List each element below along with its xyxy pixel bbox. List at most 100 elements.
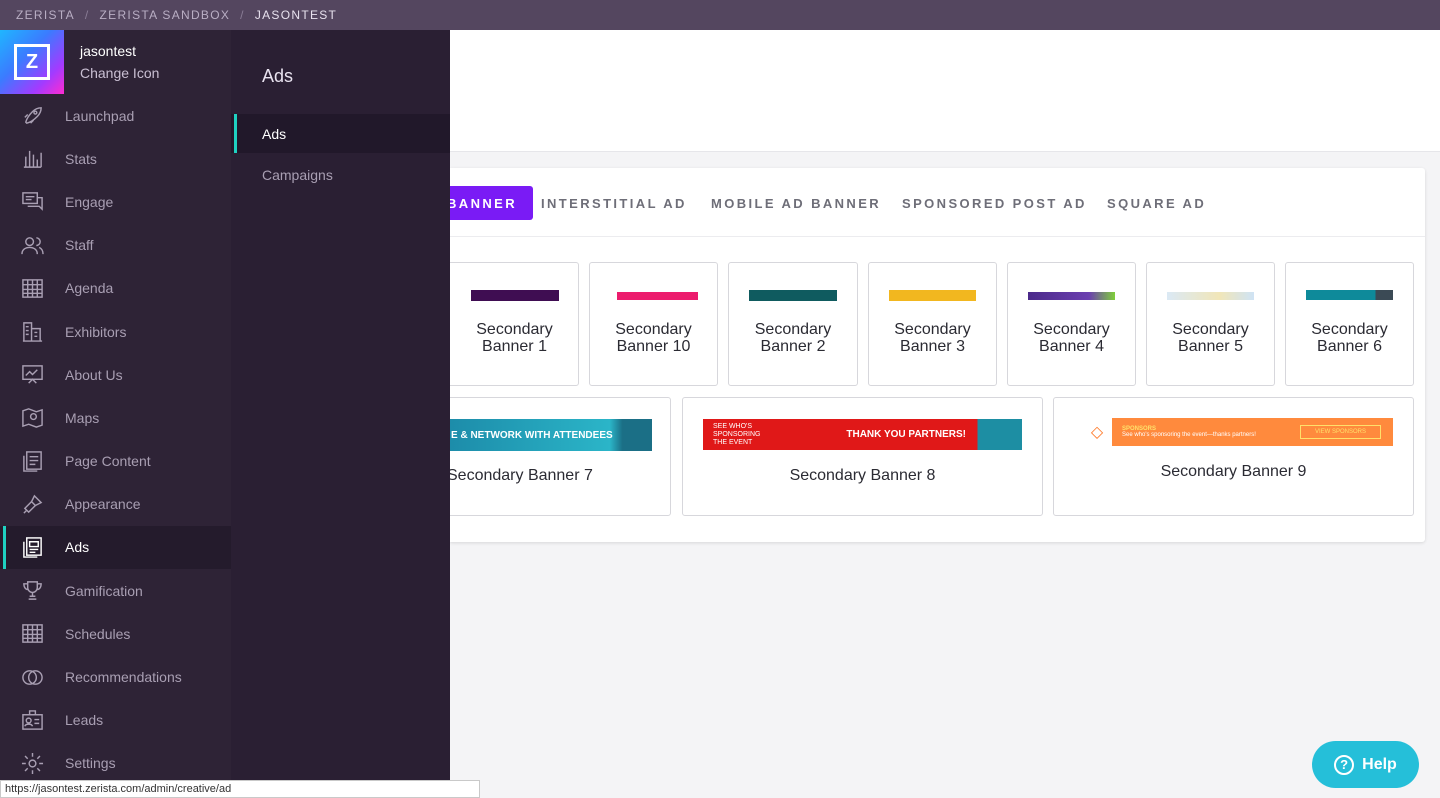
ad-tile-secondary-banner-6[interactable]: Secondary Banner 6 <box>1285 262 1414 386</box>
tab-sponsored-post-ad[interactable]: SPONSORED POST AD <box>902 186 1087 220</box>
ad-tile-secondary-banner-2[interactable]: Secondary Banner 2 <box>728 262 858 386</box>
breadcrumb: ZERISTA / ZERISTA SANDBOX / JASONTEST <box>0 0 1440 30</box>
banner-thumbnail <box>471 290 559 301</box>
paintbrush-icon <box>20 492 44 516</box>
banner-thumbnail <box>1028 292 1115 300</box>
ad-tile-label: Secondary Banner 4 <box>1033 321 1110 355</box>
presentation-icon <box>20 363 44 387</box>
banner-thumbnail <box>749 290 837 301</box>
breadcrumb-item-sandbox[interactable]: ZERISTA SANDBOX <box>100 8 231 22</box>
ad-tile-label: Secondary Banner 3 <box>894 321 971 355</box>
sidebar-item-schedules[interactable]: Schedules <box>0 612 231 655</box>
sidebar-item-stats[interactable]: Stats <box>0 137 231 180</box>
sidebar-item-appearance[interactable]: Appearance <box>0 483 231 526</box>
sidebar-item-label: Stats <box>65 150 97 167</box>
breadcrumb-item-event[interactable]: JASONTEST <box>255 8 337 22</box>
sidebar-item-label: About Us <box>65 366 123 383</box>
ad-tile-label: Secondary Banner 10 <box>615 321 692 355</box>
diamond-icon: ◇ <box>1090 424 1104 441</box>
sidebar-item-label: Staff <box>65 237 94 254</box>
sidebar-item-settings[interactable]: Settings <box>0 742 231 785</box>
sidebar-item-maps[interactable]: Maps <box>0 396 231 439</box>
schedule-grid-icon <box>20 622 44 646</box>
banner-text: See who's sponsoring the event—thanks pa… <box>1122 432 1256 438</box>
banner-thumbnail <box>1167 292 1254 300</box>
ad-types-card: BANNER INTERSTITIAL AD MOBILE AD BANNER … <box>450 168 1425 542</box>
banner-text-right: THANK YOU PARTNERS! <box>846 429 966 440</box>
sidebar-item-label: Exhibitors <box>65 323 127 340</box>
breadcrumb-separator: / <box>240 8 245 22</box>
sidebar-item-label: Appearance <box>65 496 141 513</box>
banner-thumbnail <box>889 290 976 301</box>
sidebar-item-launchpad[interactable]: Launchpad <box>0 94 231 137</box>
sidebar-item-recommendations[interactable]: Recommendations <box>0 655 231 698</box>
tab-banner[interactable]: BANNER <box>450 186 534 220</box>
brand-header: Z jasontest Change Icon <box>0 30 231 94</box>
ad-tile-label: Secondary Banner 8 <box>789 467 936 484</box>
banner-thumbnail: E & NETWORK WITH ATTENDEES <box>450 419 652 451</box>
ad-tile-label: Secondary Banner 7 <box>450 467 593 484</box>
ad-tile-label: Secondary Banner 1 <box>476 321 553 355</box>
sidebar-item-about-us[interactable]: About Us <box>0 353 231 396</box>
ad-tile-secondary-banner-3[interactable]: Secondary Banner 3 <box>868 262 997 386</box>
sidebar: Z jasontest Change Icon Launchpad Stats … <box>0 30 231 798</box>
event-logo[interactable]: Z <box>0 30 64 94</box>
ad-tile-label: Secondary Banner 2 <box>754 321 832 355</box>
ad-tile-label: Secondary Banner 9 <box>1160 463 1307 480</box>
banner-text-left: SEE WHO'S SPONSORING THE EVENT <box>713 422 761 446</box>
ad-tile-secondary-banner-4[interactable]: Secondary Banner 4 <box>1007 262 1136 386</box>
help-label: Help <box>1362 755 1397 773</box>
rings-icon <box>20 665 44 689</box>
banner-button: VIEW SPONSORS <box>1299 425 1381 439</box>
ads-document-icon <box>20 535 44 559</box>
map-icon <box>20 406 44 430</box>
question-icon: ? <box>1334 754 1355 775</box>
ad-tile-secondary-banner-9[interactable]: ◇ SPONSORS See who's sponsoring the even… <box>1053 397 1414 516</box>
banner-text: E & NETWORK WITH ATTENDEES <box>451 429 613 441</box>
main-header <box>450 30 1440 152</box>
sidebar-item-engage[interactable]: Engage <box>0 180 231 223</box>
badge-icon <box>20 708 44 732</box>
sidebar-item-label: Recommendations <box>65 669 182 686</box>
tab-mobile-ad-banner[interactable]: MOBILE AD BANNER <box>711 186 881 220</box>
ad-tile-secondary-banner-7[interactable]: E & NETWORK WITH ATTENDEES Secondary Ban… <box>450 397 671 516</box>
sidebar-item-staff[interactable]: Staff <box>0 224 231 267</box>
ad-tile-secondary-banner-5[interactable]: Secondary Banner 5 <box>1146 262 1275 386</box>
people-icon <box>20 233 44 257</box>
gear-icon <box>20 751 44 775</box>
main-content: BANNER INTERSTITIAL AD MOBILE AD BANNER … <box>450 30 1440 798</box>
help-button[interactable]: ? Help <box>1312 741 1419 788</box>
ad-type-tabs: BANNER INTERSTITIAL AD MOBILE AD BANNER … <box>450 168 1425 237</box>
sidebar-item-gamification[interactable]: Gamification <box>0 569 231 612</box>
ads-submenu-panel: Ads Ads Campaigns <box>231 30 450 798</box>
ad-tile-secondary-banner-10[interactable]: Secondary Banner 10 <box>589 262 718 386</box>
banner-thumbnail: SEE WHO'S SPONSORING THE EVENT THANK YOU… <box>703 419 1022 450</box>
pages-icon <box>20 449 44 473</box>
event-name: jasontest <box>80 43 137 59</box>
banner-thumbnail: ◇ SPONSORS See who's sponsoring the even… <box>1082 418 1393 446</box>
sidebar-item-label: Launchpad <box>65 107 135 124</box>
sidebar-item-exhibitors[interactable]: Exhibitors <box>0 310 231 353</box>
tab-interstitial-ad[interactable]: INTERSTITIAL AD <box>541 186 687 220</box>
building-icon <box>20 320 44 344</box>
submenu-item-campaigns[interactable]: Campaigns <box>231 155 450 194</box>
submenu-item-ads[interactable]: Ads <box>231 114 450 153</box>
change-icon-link[interactable]: Change Icon <box>80 65 159 81</box>
sidebar-item-ads[interactable]: Ads <box>0 525 231 570</box>
ad-tile-secondary-banner-8[interactable]: SEE WHO'S SPONSORING THE EVENT THANK YOU… <box>682 397 1043 516</box>
ad-tile-secondary-banner-1[interactable]: Secondary Banner 1 <box>450 262 579 386</box>
ad-tile-label: Secondary Banner 5 <box>1172 321 1249 355</box>
sidebar-item-leads[interactable]: Leads <box>0 699 231 742</box>
banner-thumbnail <box>611 292 698 300</box>
breadcrumb-item-org[interactable]: ZERISTA <box>16 8 75 22</box>
trophy-icon <box>20 579 44 603</box>
sidebar-item-label: Agenda <box>65 280 114 297</box>
sidebar-item-label: Gamification <box>65 582 143 599</box>
sidebar-item-label: Ads <box>65 539 90 556</box>
chat-icon <box>20 190 44 214</box>
sidebar-item-agenda[interactable]: Agenda <box>0 267 231 310</box>
logo-letter: Z <box>14 44 50 80</box>
tab-square-ad[interactable]: SQUARE AD <box>1107 186 1206 220</box>
sidebar-item-page-content[interactable]: Page Content <box>0 440 231 483</box>
sidebar-nav: Launchpad Stats Engage Staff Agenda Exhi… <box>0 94 231 785</box>
